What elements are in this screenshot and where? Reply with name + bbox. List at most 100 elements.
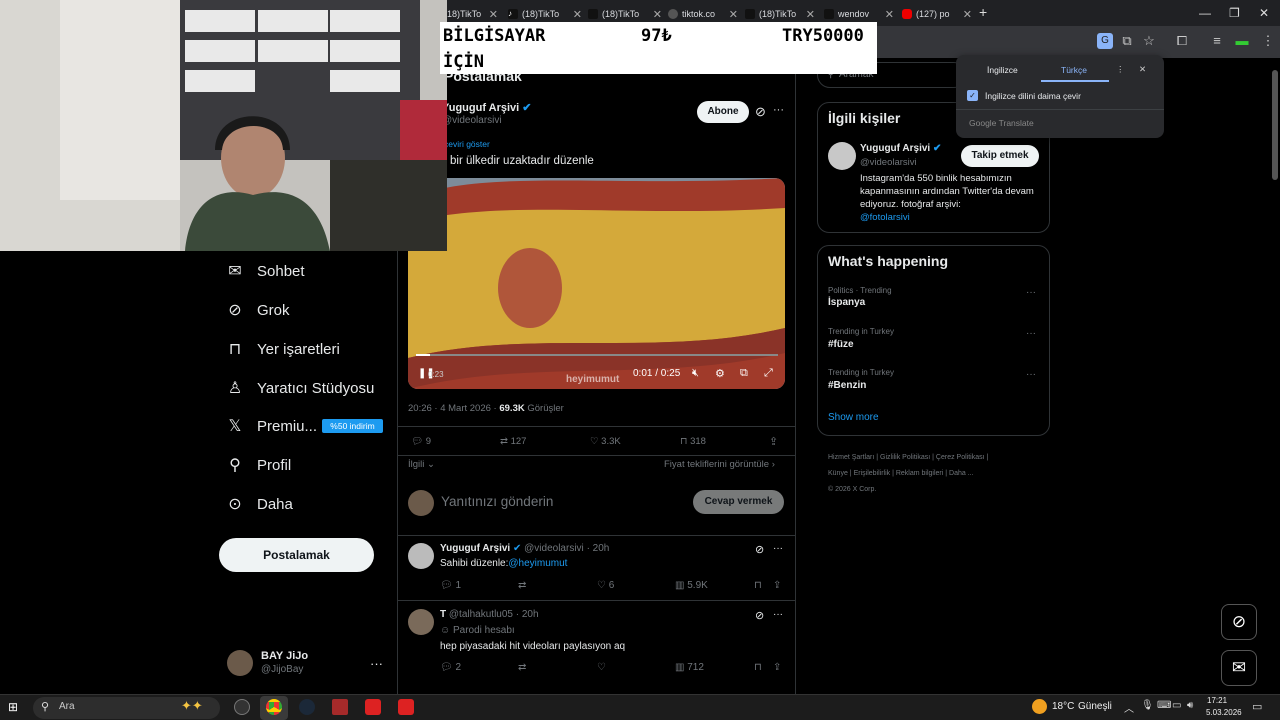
post-author-name[interactable]: Yuguguf Arşivi ✔ bbox=[442, 101, 532, 114]
picture-in-picture-icon[interactable]: ⧉ bbox=[740, 367, 748, 380]
reply-input[interactable]: Yanıtınızı gönderin bbox=[441, 494, 553, 509]
bookmark-icon[interactable]: ⊓ bbox=[754, 580, 762, 591]
post-more-icon[interactable]: ··· bbox=[773, 104, 784, 116]
sort-relevant-dropdown[interactable]: İlgili ⌄ bbox=[408, 459, 435, 470]
close-tab-icon[interactable]: ✕ bbox=[573, 8, 582, 21]
share-icon[interactable]: ⇪ bbox=[773, 580, 781, 591]
steam-icon[interactable] bbox=[299, 699, 315, 715]
browser-tab[interactable]: wendov ✕ bbox=[824, 4, 898, 24]
repost-action[interactable]: ⇄ 127 bbox=[500, 436, 526, 447]
browser-tab[interactable]: (18)TikTo ✕ bbox=[588, 4, 666, 24]
footer-link[interactable]: Erişilebilirlik bbox=[854, 470, 891, 477]
trend-topic[interactable]: #füze bbox=[828, 339, 854, 350]
trend-more-icon[interactable]: ··· bbox=[1026, 369, 1036, 380]
extensions-icon[interactable]: ⧠ bbox=[1174, 33, 1190, 49]
minimize-icon[interactable]: — bbox=[1199, 6, 1211, 20]
close-tab-icon[interactable]: ✕ bbox=[489, 8, 498, 21]
menu-icon[interactable]: ⋮ bbox=[1260, 33, 1276, 49]
translate-icon[interactable]: G bbox=[1097, 33, 1113, 49]
grok-icon[interactable]: ⊘ bbox=[755, 543, 764, 556]
reply-comment-action[interactable]: 💬︎ 2 bbox=[440, 662, 461, 673]
app-icon-red[interactable] bbox=[365, 699, 381, 715]
close-icon[interactable]: ✕ bbox=[1139, 64, 1146, 75]
close-window-icon[interactable]: ✕ bbox=[1259, 6, 1269, 20]
follow-button[interactable]: Takip etmek bbox=[961, 145, 1039, 167]
tray-chevron-icon[interactable]: ︿ bbox=[1124, 700, 1134, 715]
close-tab-icon[interactable]: ✕ bbox=[885, 8, 894, 21]
related-bio-link[interactable]: @fotolarsivi bbox=[860, 212, 910, 223]
nav-item-grok[interactable]: ⊘ Grok bbox=[225, 295, 289, 325]
reply-like-action[interactable]: ♡ 6 bbox=[597, 580, 614, 591]
new-tab-button[interactable]: + bbox=[979, 4, 987, 20]
network-icon[interactable]: ▭ bbox=[1172, 700, 1181, 711]
mention-link[interactable]: @heyimumut bbox=[508, 558, 567, 569]
app-icon-red-2[interactable] bbox=[398, 699, 414, 715]
translate-options-icon[interactable]: ⋮ bbox=[1116, 64, 1125, 75]
account-more-icon[interactable]: ··· bbox=[370, 656, 383, 671]
nav-item-chat[interactable]: ✉ Sohbet bbox=[225, 256, 304, 286]
nav-item-bookmarks[interactable]: ⊓ Yer işaretleri bbox=[225, 334, 340, 364]
repost-icon[interactable]: ⇄ bbox=[518, 662, 526, 673]
related-name[interactable]: Yuguguf Arşivi ✔ bbox=[860, 143, 941, 154]
microphone-icon[interactable]: 🎙︎ bbox=[1141, 700, 1154, 711]
nav-item-more[interactable]: ⊙ Daha bbox=[225, 489, 293, 519]
reply-more-icon[interactable]: ··· bbox=[773, 543, 783, 554]
tab-search-icon[interactable]: ≡ bbox=[1209, 33, 1225, 49]
trend-more-icon[interactable]: ··· bbox=[1026, 287, 1036, 298]
windows-start-icon[interactable]: ⊞ bbox=[8, 700, 18, 714]
mute-icon[interactable]: 🔇︎ bbox=[692, 367, 699, 380]
view-quotes-link[interactable]: Fiyat tekliflerini görüntüle › bbox=[664, 459, 775, 470]
heart-icon[interactable]: ♡ bbox=[597, 662, 606, 673]
grok-icon[interactable]: ⊘ bbox=[755, 104, 766, 120]
browser-tab[interactable]: ♪ (18)TikTo ✕ bbox=[508, 4, 586, 24]
like-action[interactable]: ♡ 3.3K bbox=[590, 436, 621, 447]
share-icon[interactable]: ⇪ bbox=[769, 435, 778, 448]
volume-icon[interactable]: 🔊︎ bbox=[1187, 700, 1193, 711]
star-icon[interactable]: ☆ bbox=[1141, 33, 1157, 49]
browser-tab[interactable]: (18)TikTo ✕ bbox=[745, 4, 819, 24]
show-translation-link[interactable]: çeviri göster bbox=[444, 139, 490, 149]
language-icon[interactable]: ⌨ bbox=[1157, 700, 1171, 711]
trend-topic[interactable]: #Benzin bbox=[828, 380, 866, 391]
grok-icon[interactable]: ⊘ bbox=[1221, 604, 1257, 640]
messages-icon[interactable]: ✉ bbox=[1221, 650, 1257, 686]
grok-icon[interactable]: ⊘ bbox=[755, 609, 764, 622]
footer-link[interactable]: Daha ... bbox=[949, 470, 974, 477]
footer-link[interactable]: Gizlilik Politikası bbox=[880, 454, 930, 461]
close-tab-icon[interactable]: ✕ bbox=[963, 8, 972, 21]
close-tab-icon[interactable]: ✕ bbox=[729, 8, 738, 21]
reply-author-name[interactable]: T bbox=[440, 609, 446, 620]
app-icon-obs[interactable] bbox=[234, 699, 250, 715]
repost-icon[interactable]: ⇄ bbox=[518, 580, 526, 591]
post-button[interactable]: Postalamak bbox=[219, 538, 374, 572]
bookmark-action[interactable]: ⊓ 318 bbox=[680, 436, 706, 447]
reply-comment-action[interactable]: 💬︎ 1 bbox=[440, 580, 461, 591]
related-avatar[interactable] bbox=[828, 142, 856, 170]
app-icon-w[interactable] bbox=[332, 699, 348, 715]
close-tab-icon[interactable]: ✕ bbox=[806, 8, 815, 21]
footer-link[interactable]: Çerez Politikası bbox=[936, 454, 985, 461]
clock-date[interactable]: 5.03.2026 bbox=[1206, 708, 1242, 717]
profile-icon[interactable]: ▬ bbox=[1234, 33, 1250, 49]
reply-action[interactable]: 💬︎ 9 bbox=[411, 436, 431, 447]
reply-author-avatar[interactable] bbox=[408, 543, 434, 569]
footer-link[interactable]: Reklam bilgileri bbox=[896, 470, 943, 477]
always-translate-checkbox[interactable]: ✓ bbox=[967, 90, 978, 101]
footer-link[interactable]: Künye bbox=[828, 470, 848, 477]
reply-views-action[interactable]: ▥ 5.9K bbox=[675, 580, 708, 591]
subscribe-button[interactable]: Abone bbox=[697, 101, 749, 123]
restore-icon[interactable]: ❐ bbox=[1229, 6, 1240, 20]
reply-author-name[interactable]: Yuguguf Arşivi bbox=[440, 543, 510, 554]
show-more-link[interactable]: Show more bbox=[828, 412, 879, 423]
account-avatar[interactable] bbox=[227, 650, 253, 676]
browser-tab[interactable]: (127) po ✕ bbox=[902, 4, 976, 24]
footer-link[interactable]: Hizmet Şartları bbox=[828, 454, 874, 461]
share-icon[interactable]: ⇪ bbox=[773, 662, 781, 673]
translate-from-tab[interactable]: İngilizce bbox=[987, 65, 1018, 75]
settings-icon[interactable]: ⚙ bbox=[715, 367, 725, 380]
fullscreen-icon[interactable]: ⤢ bbox=[764, 367, 773, 380]
nav-item-profile[interactable]: ⚲ Profil bbox=[225, 450, 291, 480]
reply-button[interactable]: Cevap vermek bbox=[693, 490, 784, 514]
trend-more-icon[interactable]: ··· bbox=[1026, 328, 1036, 339]
close-tab-icon[interactable]: ✕ bbox=[653, 8, 662, 21]
